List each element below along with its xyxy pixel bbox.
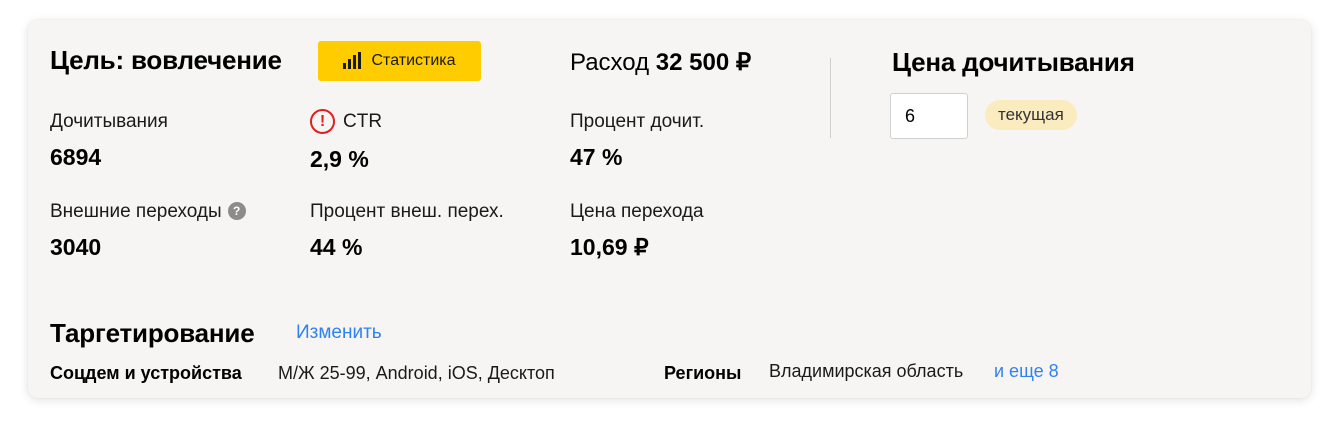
metric-value-ctr: 2,9 % [310,146,369,172]
socdem-value: М/Ж 25-99, Android, iOS, Десктоп [278,363,555,383]
regions-value: Владимирская область [769,361,964,381]
metric-value-external-clicks: 3040 [50,234,102,260]
metric-value-external-percent: 44 % [310,234,363,260]
metric-value-reads: 6894 [50,144,102,170]
statistics-button-label: Статистика [371,52,456,69]
goal-title: Цель: вовлечение [50,45,282,75]
question-circle-icon[interactable]: ? [227,202,246,220]
metric-value-read-percent: 47 % [570,144,623,170]
warning-circle-icon[interactable]: ! [310,109,335,134]
metric-label-click-price: Цена перехода [570,201,704,222]
regions-label: Регионы [664,363,742,383]
socdem-label: Соцдем и устройства [50,363,242,383]
statistics-button[interactable]: Статистика [318,41,481,81]
spend-label: Расход [570,49,650,76]
metric-label-read-percent: Процент дочит. [570,111,705,132]
targeting-title: Таргетирование [50,318,255,348]
metric-label-ctr: ! CTR [310,109,382,134]
metric-label-reads: Дочитывания [50,111,168,132]
metric-value-click-price: 10,69 ₽ [570,234,649,260]
ctr-label-text: CTR [343,110,383,132]
change-targeting-link[interactable]: Изменить [296,322,382,344]
campaign-card: Цель: вовлечение Статистика Расход 32 50… [28,20,1311,398]
current-badge: текущая [985,100,1077,130]
spend-value: 32 500 ₽ [655,49,752,76]
read-price-title: Цена дочитывания [892,47,1135,77]
regions-more-link[interactable]: и еще 8 [994,361,1059,382]
bar-chart-icon [343,52,362,69]
vertical-divider [830,58,831,138]
external-clicks-label-text: Внешние переходы [50,201,222,222]
read-price-input[interactable] [890,93,968,139]
metric-label-external-clicks: Внешние переходы? [50,201,246,223]
metric-label-external-percent: Процент внеш. перех. [310,201,504,222]
spend-summary: Расход 32 500 ₽ [570,48,751,77]
